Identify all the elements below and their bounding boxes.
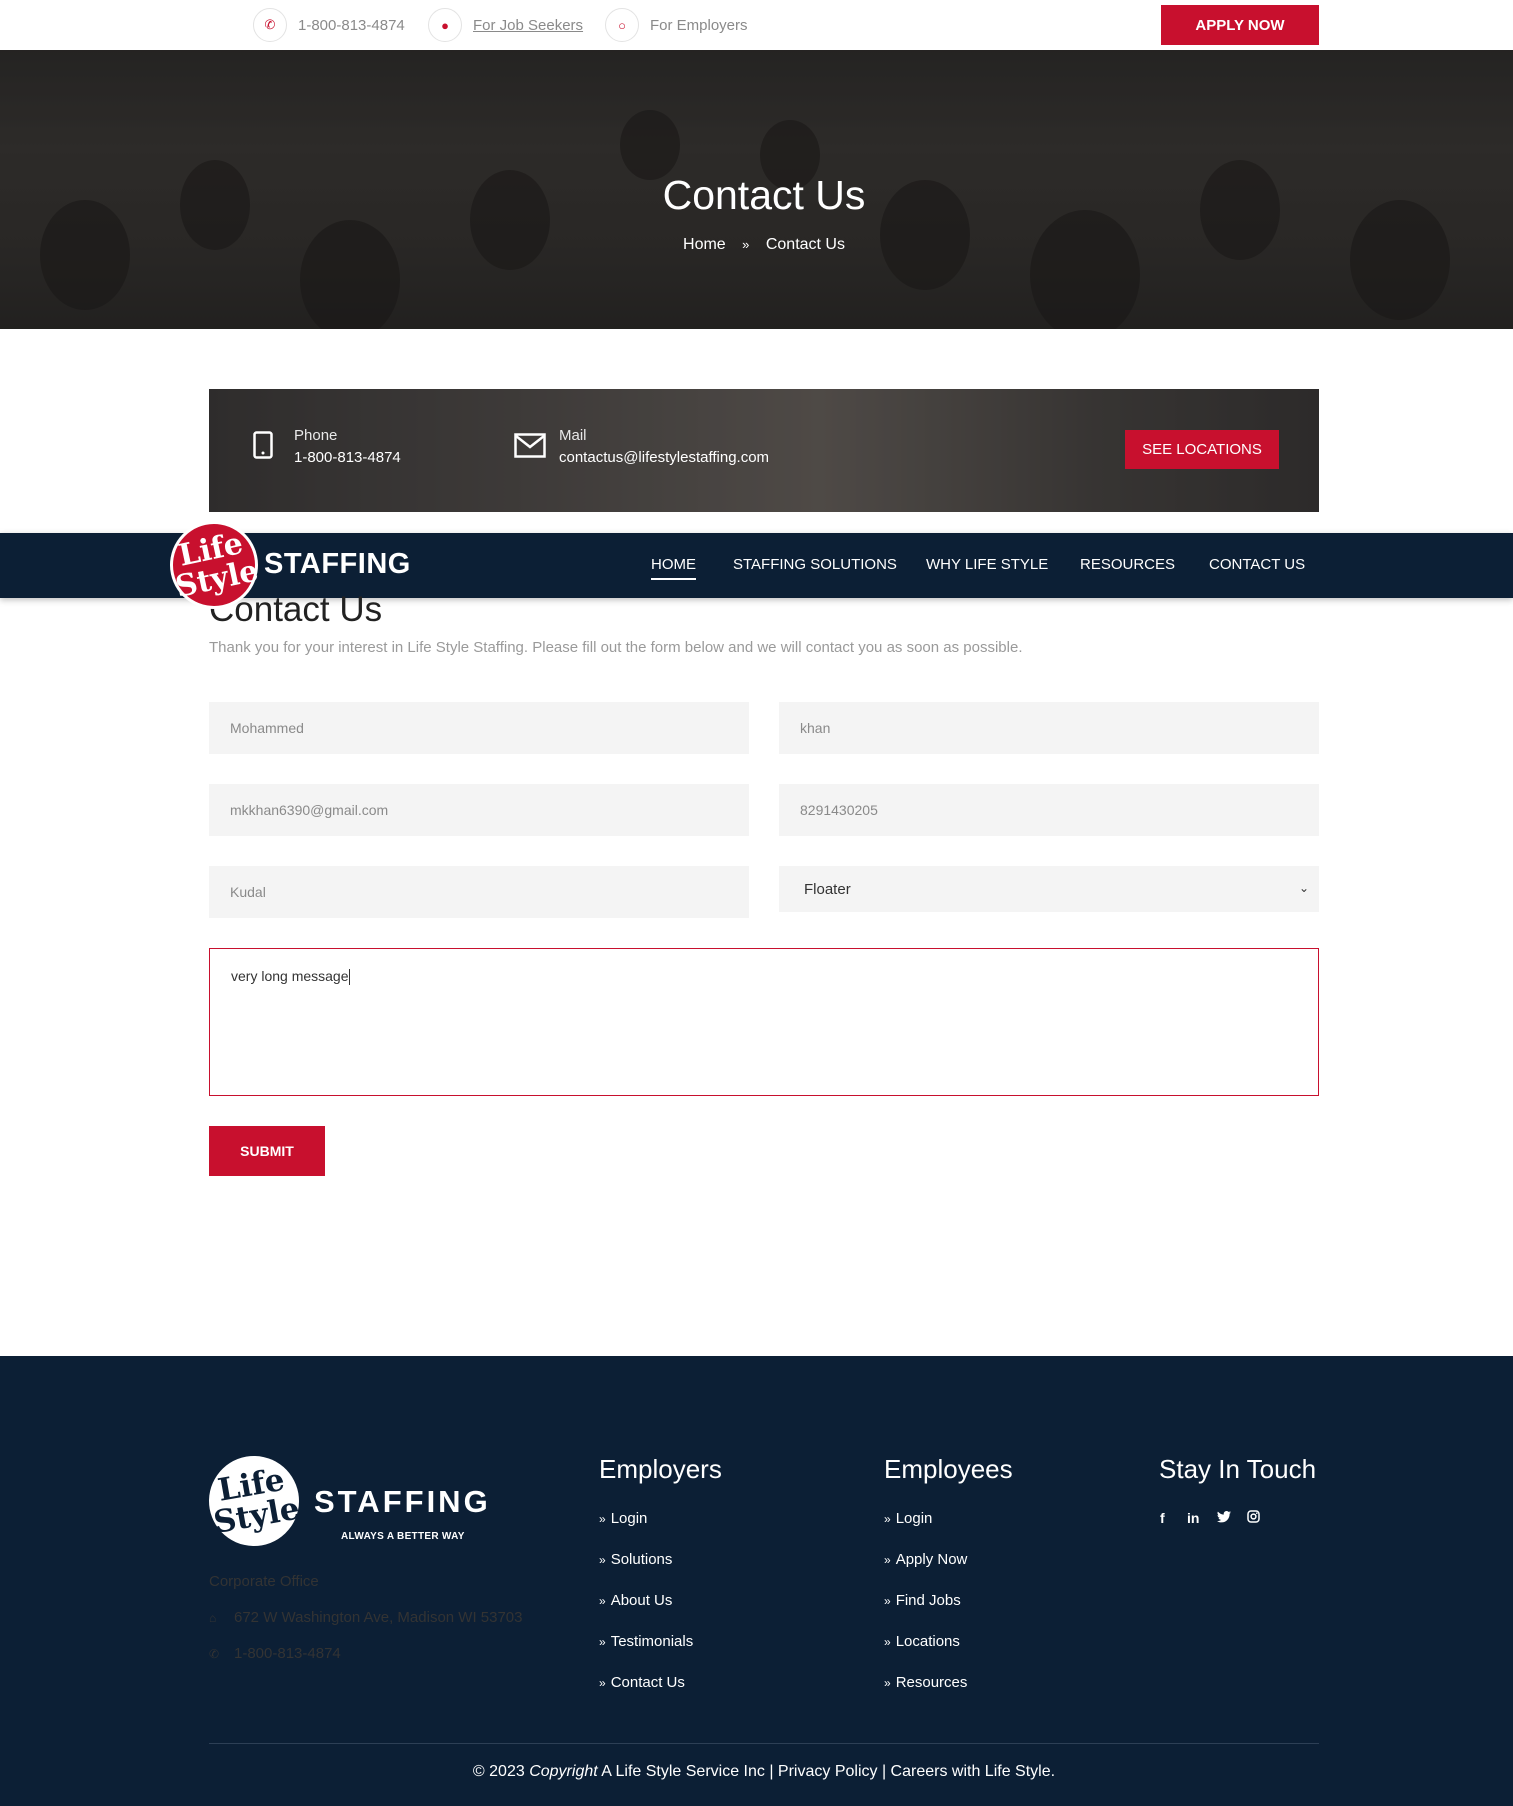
employers-link[interactable]: For Employers <box>650 17 748 34</box>
chevron-double-right-icon: » <box>599 1635 606 1649</box>
page-title: Contact Us <box>662 172 866 218</box>
submit-button[interactable]: SUBMIT <box>209 1126 325 1176</box>
employers-link-contact-label: Contact Us <box>610 1674 685 1691</box>
chevron-double-right-icon: » <box>599 1594 606 1608</box>
employees-link-login[interactable]: » Login <box>884 1510 932 1527</box>
see-locations-button[interactable]: SEE LOCATIONS <box>1125 430 1279 469</box>
envelope-icon <box>514 433 546 458</box>
employees-link-locations[interactable]: » Locations <box>884 1633 960 1650</box>
form-subtitle: Thank you for your interest in Life Styl… <box>209 639 1023 656</box>
mail-value[interactable]: contactus@lifestylestaffing.com <box>559 449 769 466</box>
phone-block: Phone 1-800-813-4874 <box>294 427 401 466</box>
chevron-double-right-icon: » <box>599 1512 606 1526</box>
topbar-employers[interactable]: ○ For Employers <box>605 8 748 42</box>
email-field[interactable]: mkkhan6390@gmail.com <box>209 784 749 836</box>
phone-icon: ✆ <box>209 1646 220 1661</box>
topbar-phone-label: 1-800-813-4874 <box>298 16 405 34</box>
chevron-double-right-icon: » <box>599 1676 606 1690</box>
employers-link-solutions[interactable]: » Solutions <box>599 1551 672 1568</box>
employers-link-testimonials[interactable]: » Testimonials <box>599 1633 693 1650</box>
employees-link-apply-label: Apply Now <box>895 1551 968 1568</box>
instagram-icon[interactable] <box>1247 1510 1260 1526</box>
nav-home[interactable]: HOME <box>651 556 696 580</box>
message-text: very long message <box>231 968 349 984</box>
breadcrumb-home[interactable]: Home <box>683 236 726 253</box>
employees-heading: Employees <box>884 1454 1013 1484</box>
employees-link-find-jobs-label: Find Jobs <box>895 1592 961 1609</box>
topbar-phone[interactable]: ✆ 1-800-813-4874 <box>253 8 405 42</box>
employees-link-locations-label: Locations <box>895 1633 960 1650</box>
nav-resources[interactable]: RESOURCES <box>1080 556 1175 573</box>
position-select-value: Floater <box>804 880 851 898</box>
employers-link-testimonials-label: Testimonials <box>610 1633 694 1650</box>
mail-block: Mail contactus@lifestylestaffing.com <box>559 427 769 466</box>
top-bar: ✆ 1-800-813-4874 ● For Job Seekers ○ For… <box>0 0 1513 50</box>
phone-label: Phone <box>294 427 338 444</box>
chevron-double-right-icon: » <box>884 1676 891 1690</box>
copyright: © 2023 Copyright A Life Style Service In… <box>0 1763 1513 1781</box>
breadcrumb: Home » Contact Us <box>0 236 1513 254</box>
breadcrumb-current: Contact Us <box>765 236 845 253</box>
footer-phone-text[interactable]: 1-800-813-4874 <box>234 1645 341 1662</box>
employees-link-login-label: Login <box>895 1510 933 1527</box>
copyright-rest[interactable]: A Life Style Service Inc | Privacy Polic… <box>601 1763 1055 1780</box>
chevron-double-right-icon: » <box>884 1635 891 1649</box>
user-icon: ● <box>428 8 462 42</box>
employers-link-about[interactable]: » About Us <box>599 1592 672 1609</box>
chevron-double-right-icon: » <box>884 1594 891 1608</box>
footer-phone[interactable]: ✆ 1-800-813-4874 <box>209 1645 341 1662</box>
nav-contact-us[interactable]: CONTACT US <box>1209 556 1305 573</box>
employees-link-resources-label: Resources <box>895 1674 968 1691</box>
twitter-icon[interactable] <box>1217 1510 1231 1526</box>
phone-value[interactable]: 1-800-813-4874 <box>294 449 401 466</box>
employers-link-login[interactable]: » Login <box>599 1510 647 1527</box>
chevron-double-right-icon: » <box>884 1512 891 1526</box>
employers-link-solutions-label: Solutions <box>610 1551 673 1568</box>
city-field[interactable]: Kudal <box>209 866 749 918</box>
employers-link-contact[interactable]: » Contact Us <box>599 1674 685 1691</box>
contact-info-strip: Phone 1-800-813-4874 Mail contactus@life… <box>209 389 1319 512</box>
footer-divider <box>209 1743 1319 1744</box>
mail-label: Mail <box>559 427 587 444</box>
facebook-icon[interactable]: f <box>1160 1510 1165 1526</box>
employers-link-about-label: About Us <box>610 1592 673 1609</box>
copyright-word: Copyright <box>529 1763 598 1780</box>
mobile-phone-icon <box>253 431 273 459</box>
stay-in-touch-heading: Stay In Touch <box>1159 1454 1317 1484</box>
footer-address: ⌂ 672 W Washington Ave, Madison WI 53703 <box>209 1609 523 1626</box>
first-name-field[interactable]: Mohammed <box>209 702 749 754</box>
chevron-double-right-icon: » <box>884 1553 891 1567</box>
chevron-down-icon: ⌄ <box>1298 881 1309 895</box>
nav-why-life-style[interactable]: WHY LIFE STYLE <box>926 556 1048 573</box>
nav-staffing-solutions[interactable]: STAFFING SOLUTIONS <box>733 556 897 573</box>
job-seekers-link[interactable]: For Job Seekers <box>473 17 583 34</box>
last-name-field[interactable]: khan <box>779 702 1319 754</box>
linkedin-icon[interactable]: in <box>1187 1510 1199 1526</box>
footer-tagline: ALWAYS A BETTER WAY <box>341 1531 465 1542</box>
employees-link-resources[interactable]: » Resources <box>884 1674 967 1691</box>
employees-link-apply[interactable]: » Apply Now <box>884 1551 967 1568</box>
user-outline-icon: ○ <box>605 8 639 42</box>
phone-field[interactable]: 8291430205 <box>779 784 1319 836</box>
logo-text[interactable]: STAFFING <box>264 548 411 581</box>
copyright-prefix: © 2023 <box>472 1763 525 1780</box>
home-icon: ⌂ <box>209 1610 217 1625</box>
hero-banner: Contact Us Home » Contact Us <box>0 50 1513 329</box>
apply-now-button[interactable]: APPLY NOW <box>1161 5 1319 45</box>
chevron-double-right-icon: » <box>742 237 750 252</box>
employers-heading: Employers <box>599 1454 722 1484</box>
corporate-office-label: Corporate Office <box>209 1573 319 1590</box>
phone-icon: ✆ <box>253 8 287 42</box>
position-select[interactable]: Floater ⌄ <box>779 866 1319 912</box>
employers-link-login-label: Login <box>610 1510 648 1527</box>
footer-address-text: 672 W Washington Ave, Madison WI 53703 <box>234 1609 523 1626</box>
topbar-job-seekers[interactable]: ● For Job Seekers <box>428 8 583 42</box>
chevron-double-right-icon: » <box>599 1553 606 1567</box>
footer-logo-text: STAFFING <box>314 1484 491 1519</box>
text-cursor <box>348 969 350 986</box>
message-textarea[interactable]: very long message <box>209 948 1319 1096</box>
employees-link-find-jobs[interactable]: » Find Jobs <box>884 1592 961 1609</box>
